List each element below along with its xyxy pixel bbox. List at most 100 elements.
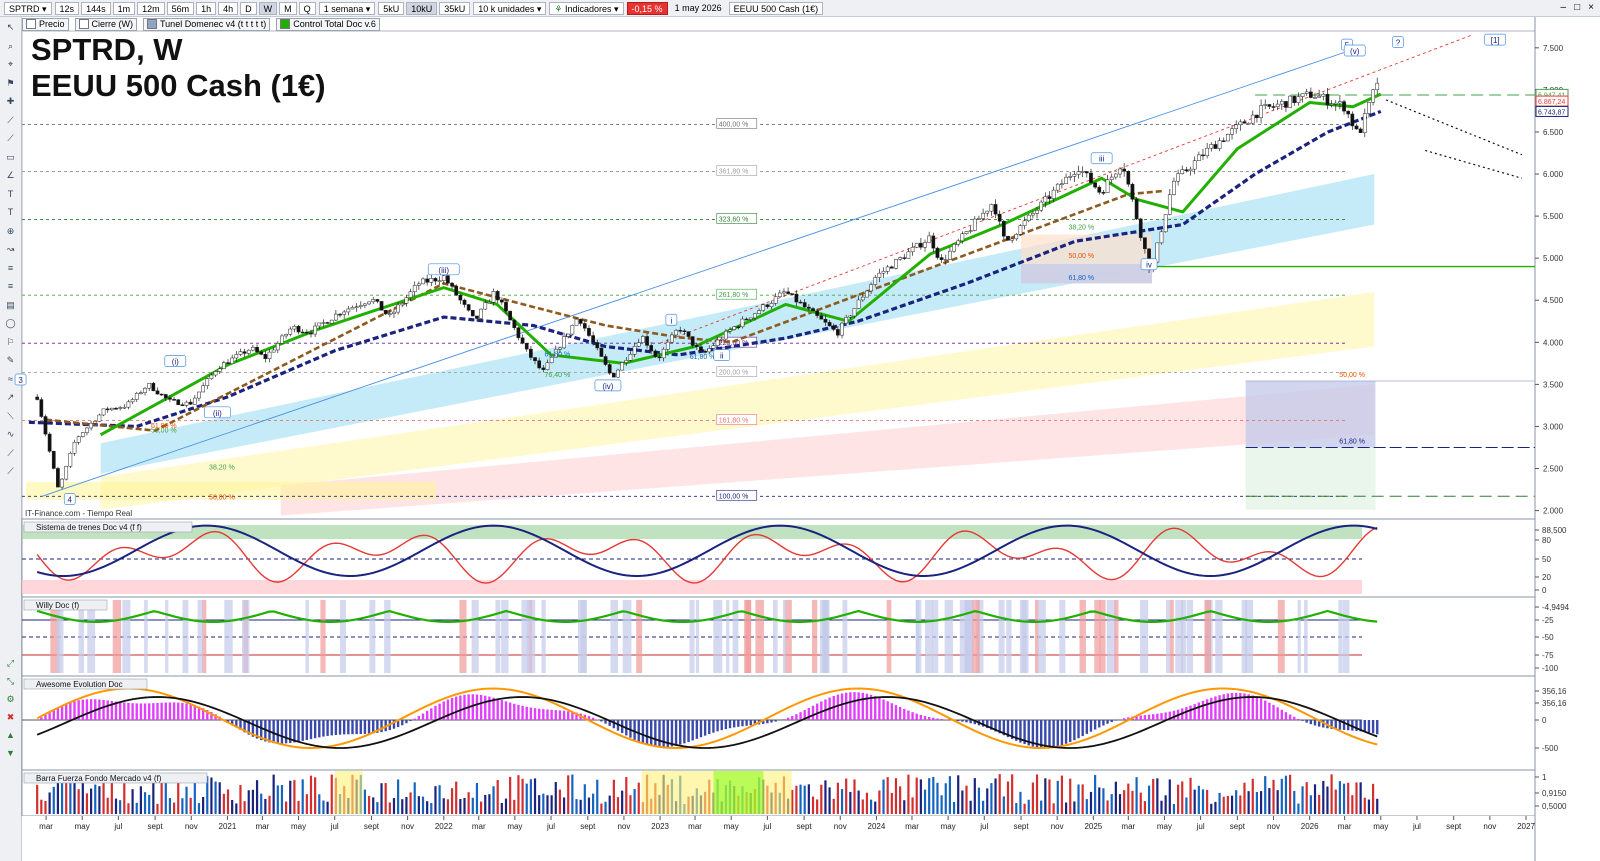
- candle-body: [1213, 144, 1218, 149]
- p4-bar: [1201, 789, 1205, 814]
- candle-body: [993, 204, 998, 215]
- legend-item-tunnel[interactable]: Tunel Domenec v4 (t t t t t): [143, 17, 271, 31]
- candle-body: [1342, 101, 1346, 112]
- p4-bar: [562, 797, 566, 814]
- p4-bar: [1210, 803, 1213, 814]
- p4-bar: [226, 789, 230, 814]
- p3-hist-bar: [882, 699, 885, 720]
- p3-hist-bar: [1060, 720, 1064, 746]
- p3-hist-bar: [1259, 698, 1263, 720]
- candle-body: [744, 318, 749, 321]
- date-tick-label: nov: [1483, 822, 1496, 831]
- p4-bar: [1015, 803, 1018, 814]
- fib-extra-label: 50,00 %: [1068, 253, 1094, 260]
- candle-body: [342, 311, 347, 315]
- p4-bar: [305, 794, 308, 814]
- osc-tick-label: 50: [1542, 555, 1551, 564]
- fib-extra-label: 61,80 %: [1068, 275, 1094, 282]
- candle-body: [1055, 183, 1060, 191]
- wave-label: ?: [1396, 39, 1401, 48]
- candle-body: [180, 404, 185, 406]
- p2-bar: [305, 600, 309, 673]
- p2-bar: [842, 600, 848, 673]
- price-marker-label: 6.867,24: [1538, 99, 1565, 106]
- date-tick-label: nov: [834, 822, 847, 831]
- p3-hist-bar: [533, 708, 537, 720]
- p4-bar: [1044, 778, 1047, 814]
- p3-hist-bar: [691, 720, 694, 741]
- candle-body: [421, 278, 425, 285]
- candle-body: [114, 407, 118, 410]
- p3-hist-bar: [1185, 707, 1188, 720]
- p3-hist-bar: [724, 720, 728, 730]
- candle-body: [1035, 209, 1039, 214]
- p2-bar: [695, 600, 700, 673]
- p3-hist-bar: [85, 699, 89, 720]
- p4-bar: [181, 798, 184, 814]
- p3-hist-bar: [662, 720, 665, 748]
- wave-label: 3: [18, 376, 23, 385]
- p4-bar: [94, 784, 97, 814]
- chart-canvas[interactable]: 7.5007.0006.5006.0005.5005.0004.5004.000…: [0, 0, 1600, 861]
- p3-hist-bar: [1122, 718, 1126, 720]
- p4-bar: [442, 798, 445, 814]
- candle-body: [732, 326, 737, 330]
- p2-bar: [1342, 600, 1350, 673]
- candle-body: [989, 204, 994, 212]
- p4-bar: [293, 780, 296, 814]
- wave-label: (i): [172, 358, 179, 367]
- date-tick-label: sept: [1446, 822, 1462, 831]
- date-tick-label: 2021: [219, 822, 237, 831]
- candle-body: [852, 308, 857, 317]
- p4-bar: [388, 802, 391, 814]
- p3-hist-bar: [1230, 692, 1234, 720]
- p3-hist-bar: [1214, 696, 1217, 720]
- wave-label: (iv): [602, 382, 613, 391]
- legend-item-control[interactable]: Control Total Doc v.6: [276, 17, 380, 31]
- p4-bar: [143, 792, 147, 814]
- p4-bar: [878, 790, 881, 814]
- p2-bar: [1186, 600, 1194, 673]
- candle-body: [1304, 91, 1309, 94]
- p3-hist-bar: [857, 692, 860, 720]
- p3-hist-bar: [1081, 720, 1084, 737]
- candle-body: [524, 343, 529, 350]
- candle-body: [1250, 114, 1255, 124]
- p4-bar: [189, 797, 192, 814]
- p4-bar: [1081, 784, 1084, 814]
- p4-bar: [1297, 803, 1300, 814]
- fib-extra-label: 61,80 %: [690, 354, 716, 361]
- p4-bar: [903, 800, 906, 814]
- p4-bar: [1259, 791, 1263, 814]
- p4-bar: [990, 783, 993, 814]
- p4-bar: [1152, 778, 1155, 814]
- candle-body: [429, 278, 434, 283]
- p4-bar: [1114, 781, 1117, 814]
- osc-tick-label: 20: [1542, 573, 1551, 582]
- p4-bar: [637, 782, 640, 814]
- p4-bar: [1334, 789, 1337, 814]
- p3-hist-bar: [450, 697, 454, 720]
- candle-body: [147, 383, 152, 389]
- p3-hist-bar: [1156, 713, 1159, 720]
- candle-body: [578, 318, 583, 324]
- p3-hist-bar: [562, 710, 566, 720]
- candle-body: [1122, 168, 1127, 172]
- candle-body: [72, 442, 77, 454]
- candle-body: [1238, 121, 1243, 126]
- p4-bar: [575, 799, 578, 814]
- p4-bar: [235, 803, 238, 814]
- legend-item-price[interactable]: Precio: [22, 17, 69, 31]
- candle-body: [64, 465, 69, 480]
- p3-hist-bar: [1114, 720, 1118, 721]
- candle-body: [512, 319, 517, 329]
- candle-body: [574, 318, 579, 326]
- p3-hist-bar: [181, 702, 184, 720]
- price-marker-label: 6.743,87: [1538, 109, 1565, 116]
- panel-title: Willy Doc (f): [36, 601, 79, 610]
- legend-item-close[interactable]: Cierre (W): [74, 17, 138, 31]
- p4-bar: [803, 785, 806, 814]
- p4-bar: [326, 801, 329, 814]
- legend-label: Precio: [39, 18, 65, 29]
- p3-hist-bar: [425, 710, 429, 720]
